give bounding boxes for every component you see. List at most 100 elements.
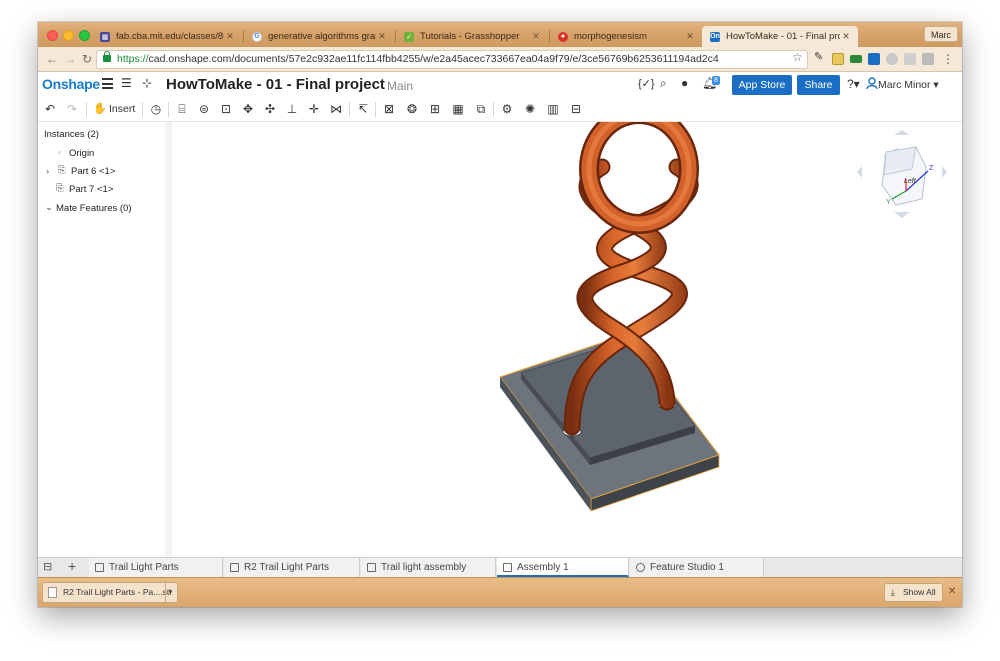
slider-mate-icon[interactable]: ⊡	[218, 101, 234, 117]
explode-icon[interactable]: ⚙	[499, 101, 515, 117]
extension-box-icon[interactable]	[922, 53, 934, 65]
bookmark-star-icon[interactable]: ☆	[792, 50, 803, 64]
insert-icon[interactable]: ✋	[92, 101, 108, 117]
reload-icon[interactable]: ↻	[79, 51, 95, 67]
part-icon: ⎘	[58, 165, 66, 176]
back-icon[interactable]: ←	[44, 51, 60, 67]
extension-trello-icon[interactable]	[868, 53, 880, 65]
close-icon[interactable]: ✕	[224, 31, 236, 42]
show-all-downloads-button[interactable]: ⤓ Show All	[884, 583, 943, 602]
download-item[interactable]: R2 Trail Light Parts - Pa....stl ▾	[42, 582, 178, 603]
browser-tab-onshape[interactable]: On HowToMake - 01 - Final projec ✕	[702, 26, 858, 47]
user-menu[interactable]: Marc Minor ▾	[878, 79, 939, 91]
graphics-viewport[interactable]: Left Y Z	[172, 104, 962, 557]
panel-scrollbar[interactable]	[165, 122, 172, 557]
relation-icon[interactable]: ⊞	[427, 101, 443, 117]
comment-icon[interactable]: ●	[681, 76, 688, 90]
insert-button[interactable]: Insert	[109, 103, 135, 115]
tab-trail-light-assembly[interactable]: Trail light assembly	[361, 558, 496, 577]
window-minimize-button[interactable]	[63, 30, 74, 41]
file-icon	[48, 587, 57, 598]
redo-icon[interactable]: ↷	[64, 101, 80, 117]
mate-connector-icon[interactable]: ⊠	[381, 101, 397, 117]
browser-tab-fab[interactable]: ▦ fab.cba.mit.edu/classes/863. ✕	[92, 26, 242, 47]
search-icon[interactable]: ⌕	[660, 76, 667, 91]
planar-mate-icon[interactable]: ✥	[240, 101, 256, 117]
extension-cloud-icon[interactable]	[886, 53, 898, 65]
profile-button[interactable]: Marc	[924, 26, 958, 42]
measure-icon[interactable]: ⊟	[568, 101, 584, 117]
tangent-mate-icon[interactable]: ↸	[355, 101, 371, 117]
assembly-toolbar: ↶ ↷ ✋ Insert ◷ ⌸ ⊜ ⊡ ✥ ✣ ⊥ ✛ ⋈ ↸ ⊠ ❂ ⊞ ▦…	[38, 97, 962, 122]
close-icon[interactable]: ✕	[840, 31, 852, 42]
cylindrical-mate-icon[interactable]: ✣	[262, 101, 278, 117]
undo-icon[interactable]: ↶	[42, 101, 58, 117]
document-title[interactable]: HowToMake - 01 - Final project	[166, 76, 385, 93]
collapse-chevron-icon[interactable]: ⌄	[45, 202, 53, 213]
pin-slot-mate-icon[interactable]: ⊥	[284, 101, 300, 117]
branch-name[interactable]: Main	[387, 79, 413, 93]
part-icon: ⎘	[56, 183, 64, 194]
instance-part-7[interactable]: Part 7 <1>	[69, 184, 113, 195]
window-maximize-button[interactable]	[79, 30, 90, 41]
onshape-logo[interactable]: Onshape	[42, 76, 100, 92]
instance-list-icon[interactable]: ⊹	[142, 76, 152, 90]
tab-feature-studio-1[interactable]: Feature Studio 1	[630, 558, 764, 577]
part-studio-icon	[95, 563, 104, 572]
parallel-mate-icon[interactable]: ⋈	[328, 101, 344, 117]
pin-extension-icon[interactable]: ✎	[814, 50, 826, 63]
variables-icon[interactable]: {✓}	[638, 77, 655, 90]
browser-menu-icon[interactable]: ⋮	[940, 51, 956, 67]
close-icon[interactable]: ✕	[376, 31, 388, 42]
window-close-button[interactable]	[47, 30, 58, 41]
history-icon[interactable]: ◷	[148, 101, 164, 117]
chevron-down-icon[interactable]: ▾	[165, 583, 175, 602]
view-cube[interactable]: Left Y Z	[857, 130, 947, 218]
tab-trail-light-parts[interactable]: Trail Light Parts	[89, 558, 223, 577]
extension-grey-icon[interactable]	[904, 53, 916, 65]
add-tab-icon[interactable]: +	[68, 558, 76, 574]
app-store-button[interactable]: App Store	[732, 75, 792, 95]
help-icon[interactable]: ?▾	[847, 77, 860, 91]
assembly-icon	[503, 563, 512, 572]
download-shelf: R2 Trail Light Parts - Pa....stl ▾ ⤓ Sho…	[38, 577, 962, 607]
feature-list-icon[interactable]: ☰	[121, 76, 132, 90]
axis-z-label: Z	[929, 165, 934, 172]
replicate-icon[interactable]: ▦	[450, 101, 466, 117]
model-render[interactable]: Left Y Z	[172, 104, 962, 557]
instance-origin[interactable]: Origin	[69, 148, 94, 159]
close-icon[interactable]: ✕	[684, 31, 696, 42]
tab-r2-trail-light-parts[interactable]: R2 Trail Light Parts	[224, 558, 360, 577]
mate-features-item[interactable]: Mate Features (0)	[56, 203, 132, 214]
hamburger-menu-icon[interactable]	[102, 78, 113, 89]
fastened-mate-icon[interactable]: ⌸	[174, 101, 190, 117]
tab-assembly-1[interactable]: Assembly 1	[497, 558, 629, 577]
lock-icon	[103, 51, 111, 62]
settings-gear-icon[interactable]: ✺	[522, 101, 538, 117]
tab-title: HowToMake - 01 - Final projec	[726, 31, 840, 42]
revolute-mate-icon[interactable]: ⊜	[196, 101, 212, 117]
expand-chevron-icon[interactable]: ›	[46, 166, 49, 177]
ball-mate-icon[interactable]: ✛	[306, 101, 322, 117]
share-button[interactable]: Share	[797, 75, 840, 95]
section-view-icon[interactable]: ▥	[545, 101, 561, 117]
forward-icon[interactable]: →	[62, 51, 78, 67]
base-plate[interactable]	[499, 333, 720, 512]
linear-pattern-icon[interactable]: ⧉	[473, 101, 489, 117]
group-icon[interactable]: ❂	[404, 101, 420, 117]
user-avatar-icon[interactable]	[866, 77, 878, 89]
close-shelf-icon[interactable]: ✕	[948, 586, 956, 597]
close-icon[interactable]: ✕	[530, 31, 542, 42]
feature-studio-icon	[636, 563, 645, 572]
tab-manager-icon[interactable]: ⊟	[43, 560, 52, 573]
grid-icon: ▦	[100, 31, 110, 42]
assembly-icon	[367, 563, 376, 572]
browser-tab-morphogenesism[interactable]: ● morphogenesism ✕	[550, 26, 702, 47]
instance-part-6[interactable]: Part 6 <1>	[71, 166, 115, 177]
browser-tab-generative[interactable]: G generative algorithms grassho ✕	[244, 26, 394, 47]
extension-yellow-icon[interactable]	[832, 53, 844, 65]
grasshopper-icon: ✓	[404, 31, 414, 42]
extension-green-icon[interactable]	[850, 55, 862, 63]
url-field[interactable]: https://cad.onshape.com/documents/57e2c9…	[96, 50, 808, 69]
browser-tab-tutorials[interactable]: ✓ Tutorials - Grasshopper ✕	[396, 26, 548, 47]
